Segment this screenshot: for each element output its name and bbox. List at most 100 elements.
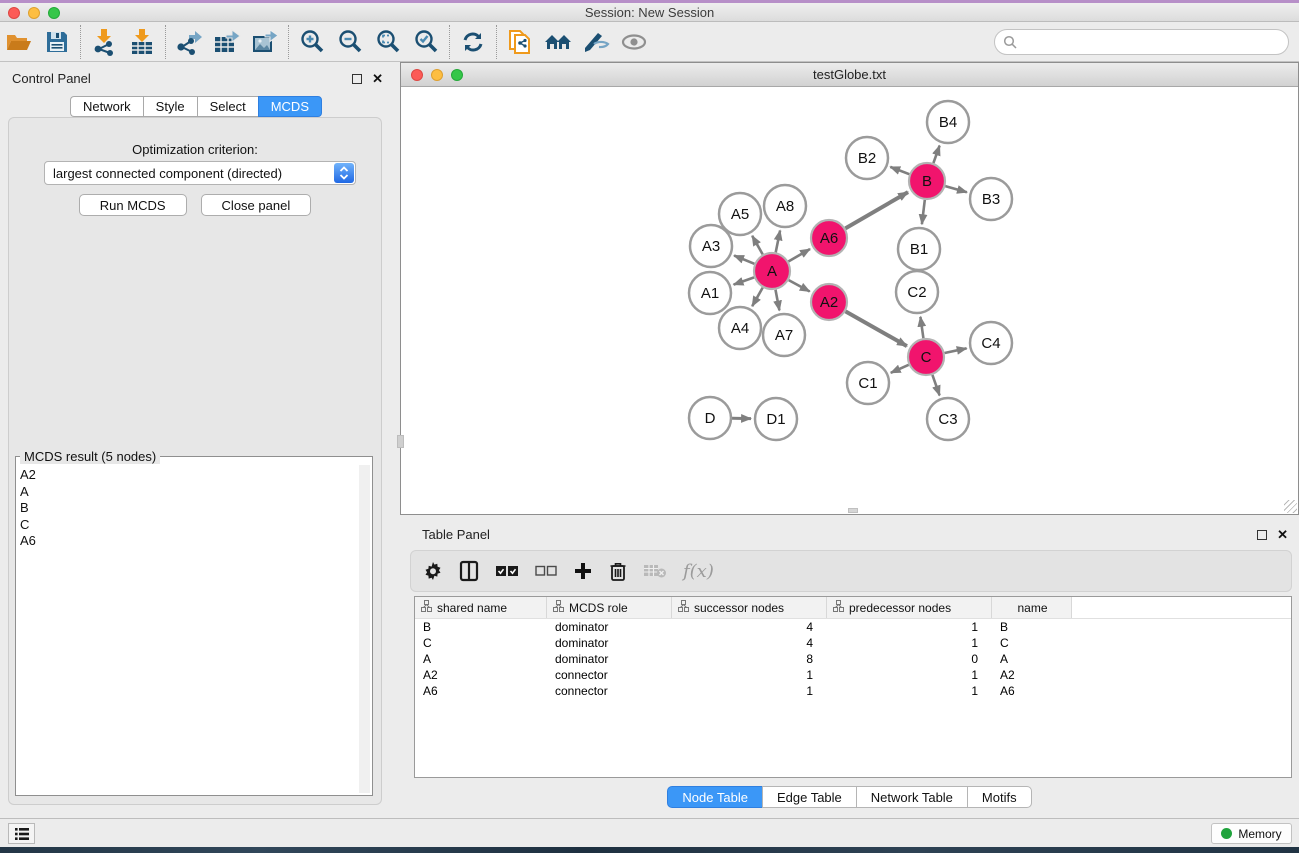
result-item[interactable]: B <box>20 500 358 517</box>
run-mcds-button[interactable]: Run MCDS <box>79 194 187 216</box>
zoom-in-icon[interactable] <box>293 25 331 59</box>
column-header-name[interactable]: name <box>992 597 1072 618</box>
graph-edge-A-A4[interactable] <box>752 288 763 307</box>
graph-node-B4[interactable]: B4 <box>927 101 969 143</box>
graph-node-C1[interactable]: C1 <box>847 362 889 404</box>
add-column-icon[interactable] <box>573 556 593 586</box>
criterion-select[interactable]: largest connected component (directed) <box>44 161 356 185</box>
result-item[interactable]: A2 <box>20 467 358 484</box>
graph-node-B[interactable]: B <box>909 163 945 199</box>
table-cell[interactable]: C <box>992 635 1072 651</box>
graph-edge-A-A2[interactable] <box>789 280 810 291</box>
search-input[interactable] <box>1018 35 1288 50</box>
function-builder-icon[interactable]: f(x) <box>683 556 714 586</box>
copy-style-icon[interactable] <box>501 25 539 59</box>
tab-network[interactable]: Network <box>70 96 143 117</box>
table-row[interactable]: Bdominator41B <box>415 619 1291 635</box>
graph-node-B2[interactable]: B2 <box>846 137 888 179</box>
resize-grip-icon[interactable] <box>1284 500 1297 513</box>
import-network-icon[interactable] <box>85 25 123 59</box>
table-cell[interactable]: dominator <box>547 651 672 667</box>
graph-edge-B-B4[interactable] <box>933 146 939 164</box>
delete-icon[interactable] <box>609 556 627 586</box>
graph-node-D1[interactable]: D1 <box>755 398 797 440</box>
search-field[interactable] <box>994 29 1289 55</box>
mcds-result-list[interactable]: A2ABCA6 <box>20 467 358 793</box>
delete-table-icon[interactable] <box>643 556 667 586</box>
graph-node-A4[interactable]: A4 <box>719 307 761 349</box>
graph-edge-C-C2[interactable] <box>920 317 923 338</box>
graph-node-A5[interactable]: A5 <box>719 193 761 235</box>
table-cell[interactable]: 4 <box>672 619 827 635</box>
graph-node-A3[interactable]: A3 <box>690 225 732 267</box>
table-row[interactable]: A2connector11A2 <box>415 667 1291 683</box>
graph-edge-B-B3[interactable] <box>945 186 967 192</box>
table-cell[interactable]: B <box>992 619 1072 635</box>
table-cell[interactable]: A2 <box>992 667 1072 683</box>
graph-edge-A-A1[interactable] <box>734 277 755 284</box>
tab-style[interactable]: Style <box>143 96 197 117</box>
result-item[interactable]: A6 <box>20 533 358 550</box>
tab-select[interactable]: Select <box>197 96 258 117</box>
result-item[interactable]: A <box>20 484 358 501</box>
table-cell[interactable]: dominator <box>547 619 672 635</box>
graph-edge-A-A8[interactable] <box>776 231 780 253</box>
graph-node-C4[interactable]: C4 <box>970 322 1012 364</box>
import-table-icon[interactable] <box>123 25 161 59</box>
graph-edge-C-C3[interactable] <box>932 375 939 396</box>
select-all-icon[interactable] <box>495 556 519 586</box>
graph-node-C2[interactable]: C2 <box>896 271 938 313</box>
column-header-successor-nodes[interactable]: successor nodes <box>672 597 827 618</box>
table-cell[interactable]: 8 <box>672 651 827 667</box>
graph-edge-C-C4[interactable] <box>945 348 967 353</box>
tab-node-table[interactable]: Node Table <box>667 786 762 808</box>
graph-node-D[interactable]: D <box>689 397 731 439</box>
graph-edge-C-C1[interactable] <box>891 365 909 373</box>
column-header-shared-name[interactable]: shared name <box>415 597 547 618</box>
graph-node-A6[interactable]: A6 <box>811 220 847 256</box>
table-row[interactable]: Cdominator41C <box>415 635 1291 651</box>
graph-node-B1[interactable]: B1 <box>898 228 940 270</box>
graph-node-C[interactable]: C <box>908 339 944 375</box>
graph-edge-A-A5[interactable] <box>752 236 763 255</box>
table-cell[interactable]: 1 <box>827 635 992 651</box>
open-session-icon[interactable] <box>0 25 38 59</box>
table-cell[interactable]: 1 <box>672 667 827 683</box>
network-canvas[interactable]: B4B2BB3A5A8A6A3B1AA1C2A2A4A7C4CC1C3DD1 <box>401 87 1298 514</box>
graph-node-A1[interactable]: A1 <box>689 272 731 314</box>
table-cell[interactable]: 0 <box>827 651 992 667</box>
table-cell[interactable]: connector <box>547 667 672 683</box>
zoom-out-icon[interactable] <box>331 25 369 59</box>
first-neighbors-icon[interactable] <box>539 25 577 59</box>
table-cell[interactable]: dominator <box>547 635 672 651</box>
table-cell[interactable]: 1 <box>827 667 992 683</box>
table-float-icon[interactable] <box>1257 530 1267 540</box>
column-header-predecessor-nodes[interactable]: predecessor nodes <box>827 597 992 618</box>
network-vscroll-thumb[interactable] <box>397 435 404 448</box>
float-panel-icon[interactable] <box>352 74 362 84</box>
task-history-button[interactable] <box>8 823 35 844</box>
deselect-all-icon[interactable] <box>535 556 557 586</box>
table-row[interactable]: Adominator80A <box>415 651 1291 667</box>
export-image-icon[interactable] <box>246 25 284 59</box>
network-window-titlebar[interactable]: testGlobe.txt <box>401 63 1298 87</box>
table-cell[interactable]: A2 <box>415 667 547 683</box>
zoom-selected-icon[interactable] <box>407 25 445 59</box>
memory-button[interactable]: Memory <box>1211 823 1292 844</box>
table-cell[interactable]: A6 <box>415 683 547 699</box>
table-cell[interactable]: A <box>415 651 547 667</box>
export-table-icon[interactable] <box>208 25 246 59</box>
column-header-MCDS-role[interactable]: MCDS role <box>547 597 672 618</box>
tab-mcds[interactable]: MCDS <box>258 96 322 117</box>
graph-edge-A-A3[interactable] <box>734 256 754 264</box>
close-panel-button[interactable]: Close panel <box>201 194 312 216</box>
graph-node-B3[interactable]: B3 <box>970 178 1012 220</box>
graph-edge-A-A6[interactable] <box>788 249 810 262</box>
table-cell[interactable]: 1 <box>827 619 992 635</box>
graph-node-C3[interactable]: C3 <box>927 398 969 440</box>
tab-motifs[interactable]: Motifs <box>967 786 1032 808</box>
graph-node-A7[interactable]: A7 <box>763 314 805 356</box>
result-scrollbar[interactable] <box>359 465 370 793</box>
table-cell[interactable]: 1 <box>827 683 992 699</box>
table-close-icon[interactable]: ✕ <box>1277 527 1288 543</box>
